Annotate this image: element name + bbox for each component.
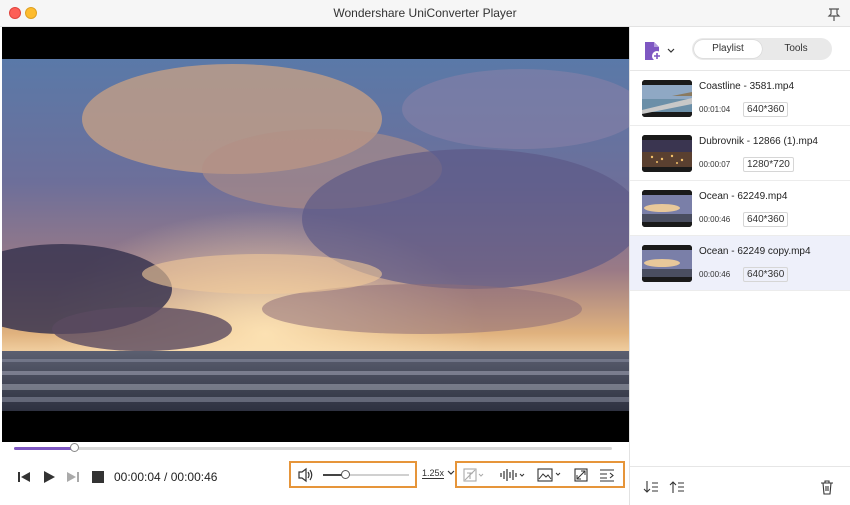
total-time: 00:00:46 [170,470,218,484]
control-bar: 00:00:04 / 00:00:46 1.25x [0,442,629,505]
seek-bar-played [14,447,74,450]
sort-up-icon[interactable] [669,479,685,495]
sidebar-tabs: Playlist Tools [692,38,832,60]
time-separator: / [160,470,171,484]
playlist-item[interactable]: Dubrovnik - 12866 (1).mp4 00:00:07 1280*… [630,126,850,181]
current-time: 00:00:04 [114,470,161,484]
video-thumbnail [642,245,692,282]
speaker-icon[interactable] [297,467,315,483]
list-icon[interactable] [599,468,615,482]
item-duration: 00:00:46 [699,215,731,224]
playlist-item[interactable]: Coastline - 3581.mp4 00:01:04 640*360 [630,71,850,126]
fullscreen-icon[interactable] [573,467,589,483]
add-file-icon[interactable] [642,40,682,62]
pin-icon[interactable] [826,6,842,22]
volume-control [289,461,417,488]
chevron-down-icon [447,470,454,475]
playlist-sidebar: Playlist Tools Coastline - 3581.mp4 00:0… [629,27,850,505]
volume-slider[interactable] [323,470,409,479]
image-icon[interactable] [537,467,565,483]
trash-icon[interactable] [819,479,835,495]
sort-down-icon[interactable] [643,479,659,495]
video-frame [2,59,629,411]
item-filename: Ocean - 62249.mp4 [699,191,788,202]
subtitle-icon[interactable] [463,468,485,482]
skip-forward-icon[interactable] [64,468,82,486]
play-icon[interactable] [40,468,58,486]
seek-bar[interactable] [14,443,612,452]
video-thumbnail [642,135,692,172]
item-duration: 00:00:07 [699,160,731,169]
item-resolution: 640*360 [743,212,789,227]
item-duration: 00:01:04 [699,105,731,114]
item-resolution: 1280*720 [743,157,794,172]
playlist-item-active[interactable]: Ocean - 62249 copy.mp4 00:00:46 640*360 [630,236,850,291]
volume-handle[interactable] [340,470,350,479]
video-thumbnail [642,80,692,117]
item-filename: Ocean - 62249 copy.mp4 [699,246,811,257]
item-duration: 00:00:46 [699,270,731,279]
item-resolution: 640*360 [743,102,789,117]
item-filename: Coastline - 3581.mp4 [699,81,795,92]
title-bar: Wondershare UniConverter Player [0,0,850,27]
item-resolution: 640*360 [743,267,789,282]
item-filename: Dubrovnik - 12866 (1).mp4 [699,136,818,147]
window-title: Wondershare UniConverter Player [333,6,517,20]
tab-playlist[interactable]: Playlist [694,40,762,58]
speed-label: 1.25x [422,468,445,479]
time-display: 00:00:04 / 00:00:46 [114,470,217,484]
video-viewport[interactable] [2,27,629,442]
video-thumbnail [642,190,692,227]
media-tools-group [455,461,625,488]
skip-back-icon[interactable] [15,468,33,486]
playlist-item[interactable]: Ocean - 62249.mp4 00:00:46 640*360 [630,181,850,236]
audio-waveform-icon[interactable] [499,468,527,482]
tab-tools[interactable]: Tools [762,40,830,58]
playback-speed[interactable]: 1.25x [422,468,455,479]
sidebar-footer [630,466,850,505]
stop-icon[interactable] [89,468,107,486]
seek-handle[interactable] [69,443,79,452]
